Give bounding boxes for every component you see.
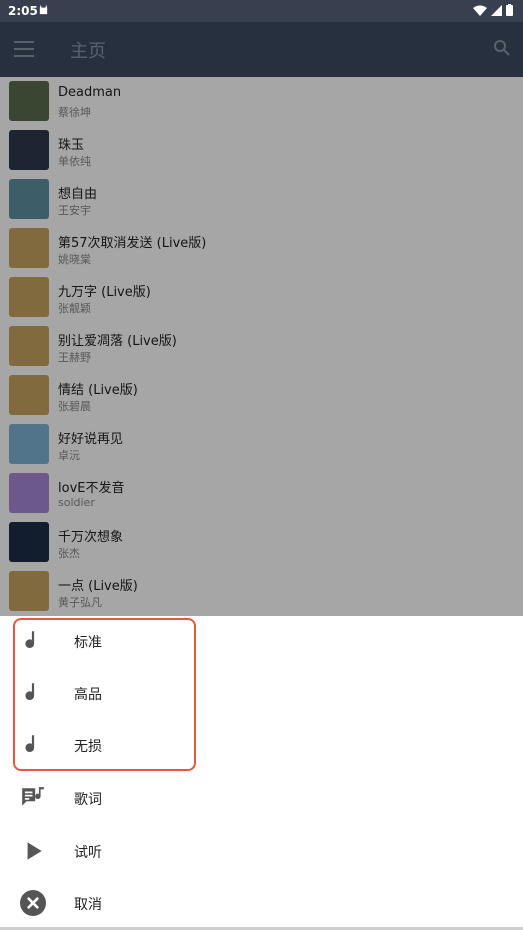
play-icon — [27, 842, 42, 860]
cancel-icon — [20, 890, 46, 916]
wifi-icon — [473, 5, 487, 16]
android-notification-icon — [39, 4, 48, 15]
signal-icon — [491, 4, 502, 16]
option-label: 歌词 — [74, 792, 102, 808]
quality-options-highlight — [13, 618, 196, 771]
option-lyrics[interactable]: 歌词 — [0, 773, 523, 825]
option-preview[interactable]: 试听 — [0, 826, 523, 878]
status-bar: 2:05 — [0, 0, 523, 22]
option-cancel[interactable]: 取消 — [0, 878, 523, 930]
status-icons — [473, 4, 513, 16]
option-label: 取消 — [74, 897, 102, 913]
modal-scrim[interactable] — [0, 22, 523, 616]
lyrics-icon — [22, 787, 44, 806]
option-label: 试听 — [74, 845, 102, 861]
battery-icon — [506, 4, 513, 16]
status-time: 2:05 — [8, 4, 38, 18]
